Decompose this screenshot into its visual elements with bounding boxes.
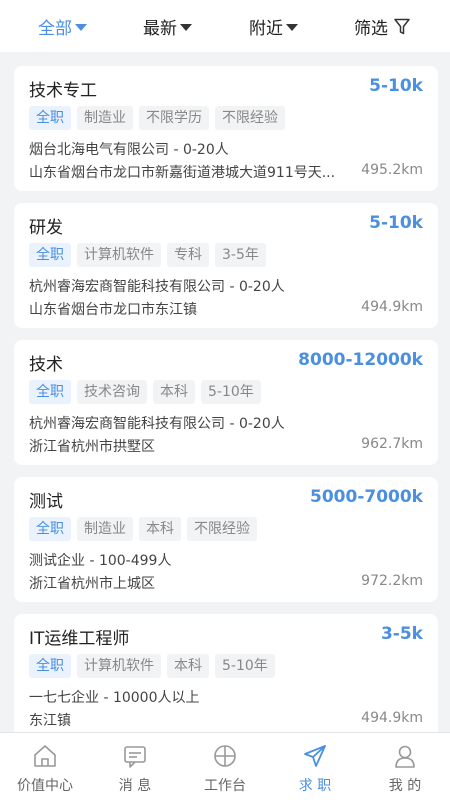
education-tag: 本科	[153, 380, 195, 404]
experience-tag: 3-5年	[215, 243, 266, 267]
bottom-tab-bar: 价值中心 消 息 工作台 求 职 我 的	[0, 732, 450, 800]
chevron-down-icon	[75, 23, 87, 31]
tab-profile[interactable]: 我 的	[360, 733, 450, 800]
job-address: 东江镇	[29, 713, 71, 729]
filter-all-label: 全部	[38, 18, 72, 39]
tab-label: 求 职	[298, 778, 332, 794]
industry-tag: 制造业	[77, 106, 133, 130]
industry-tag: 技术咨询	[77, 380, 147, 404]
job-card[interactable]: 研发 5-10k 全职 计算机软件 专科 3-5年 杭州睿海宏商智能科技有限公司…	[14, 203, 438, 328]
job-card[interactable]: IT运维工程师 3-5k 全职 计算机软件 本科 5-10年 一七七企业 - 1…	[14, 614, 438, 732]
experience-tag: 不限经验	[187, 517, 257, 541]
job-distance: 494.9km	[361, 710, 423, 726]
tab-label: 我 的	[388, 778, 422, 794]
job-salary: 5000-7000k	[310, 487, 423, 507]
job-title: IT运维工程师	[29, 629, 130, 649]
job-tags: 全职 技术咨询 本科 5-10年	[29, 380, 261, 404]
job-salary: 5-10k	[369, 76, 423, 96]
job-type-tag: 全职	[29, 517, 71, 541]
job-type-tag: 全职	[29, 106, 71, 130]
job-address: 山东省烟台市龙口市东江镇	[29, 302, 197, 318]
user-icon	[395, 745, 415, 768]
education-tag: 本科	[139, 517, 181, 541]
job-salary: 3-5k	[380, 624, 423, 644]
filter-nearby-label: 附近	[249, 18, 283, 39]
filter-button[interactable]: 筛选	[354, 0, 410, 52]
job-card[interactable]: 测试 5000-7000k 全职 制造业 本科 不限经验 测试企业 - 100-…	[14, 477, 438, 602]
job-title: 技术专工	[29, 81, 97, 101]
message-icon	[124, 746, 146, 768]
job-distance: 962.7km	[361, 436, 423, 452]
workbench-icon	[214, 745, 236, 767]
experience-tag: 不限经验	[215, 106, 285, 130]
education-tag: 不限学历	[139, 106, 209, 130]
tab-label: 消 息	[118, 778, 152, 794]
job-salary: 5-10k	[369, 213, 423, 233]
education-tag: 本科	[167, 654, 209, 678]
filter-bar: 全部 最新 附近 筛选	[0, 0, 450, 52]
industry-tag: 制造业	[77, 517, 133, 541]
job-distance: 495.2km	[361, 162, 423, 178]
tab-workbench[interactable]: 工作台	[180, 733, 270, 800]
company-info: 一七七企业 - 10000人以上	[29, 690, 200, 706]
filter-latest-label: 最新	[143, 18, 177, 39]
job-tags: 全职 制造业 本科 不限经验	[29, 517, 257, 541]
tab-value-center[interactable]: 价值中心	[0, 733, 90, 800]
job-distance: 494.9km	[361, 299, 423, 315]
job-card[interactable]: 技术 8000-12000k 全职 技术咨询 本科 5-10年 杭州睿海宏商智能…	[14, 340, 438, 465]
job-tags: 全职 计算机软件 专科 3-5年	[29, 243, 266, 267]
job-address: 山东省烟台市龙口市新嘉街道港城大道911号天...	[29, 165, 336, 181]
job-type-tag: 全职	[29, 654, 71, 678]
industry-tag: 计算机软件	[77, 243, 161, 267]
company-info: 杭州睿海宏商智能科技有限公司 - 0-20人	[29, 279, 285, 295]
chevron-down-icon	[286, 23, 298, 31]
home-icon	[34, 745, 56, 767]
job-tags: 全职 制造业 不限学历 不限经验	[29, 106, 285, 130]
tab-messages[interactable]: 消 息	[90, 733, 180, 800]
funnel-icon	[394, 18, 410, 34]
job-type-tag: 全职	[29, 243, 71, 267]
company-info: 烟台北海电气有限公司 - 0-20人	[29, 142, 229, 158]
job-salary: 8000-12000k	[298, 350, 423, 370]
industry-tag: 计算机软件	[77, 654, 161, 678]
filter-nearby[interactable]: 附近	[249, 0, 298, 52]
job-address: 浙江省杭州市上城区	[29, 576, 155, 592]
job-type-tag: 全职	[29, 380, 71, 404]
job-address: 浙江省杭州市拱墅区	[29, 439, 155, 455]
job-card[interactable]: 技术专工 5-10k 全职 制造业 不限学历 不限经验 烟台北海电气有限公司 -…	[14, 66, 438, 191]
job-list: 技术专工 5-10k 全职 制造业 不限学历 不限经验 烟台北海电气有限公司 -…	[0, 52, 450, 732]
filter-all[interactable]: 全部	[38, 0, 87, 52]
job-distance: 972.2km	[361, 573, 423, 589]
tab-label: 价值中心	[17, 778, 73, 794]
job-title: 研发	[29, 218, 63, 238]
experience-tag: 5-10年	[215, 654, 275, 678]
experience-tag: 5-10年	[201, 380, 261, 404]
job-tags: 全职 计算机软件 本科 5-10年	[29, 654, 275, 678]
education-tag: 专科	[167, 243, 209, 267]
send-icon	[304, 745, 326, 767]
filter-button-label: 筛选	[354, 18, 388, 39]
filter-latest[interactable]: 最新	[143, 0, 192, 52]
tab-job-search[interactable]: 求 职	[270, 733, 360, 800]
chevron-down-icon	[180, 23, 192, 31]
job-title: 测试	[29, 492, 63, 512]
company-info: 测试企业 - 100-499人	[29, 553, 172, 569]
job-title: 技术	[29, 355, 63, 375]
company-info: 杭州睿海宏商智能科技有限公司 - 0-20人	[29, 416, 285, 432]
tab-label: 工作台	[204, 778, 246, 794]
